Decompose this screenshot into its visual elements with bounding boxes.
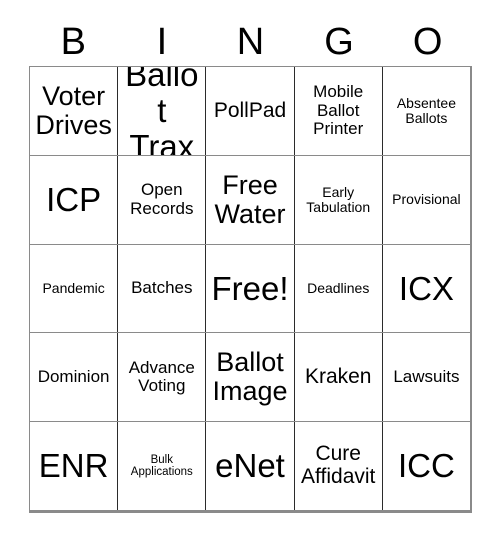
bingo-cell-label: Cure Affidavit: [301, 442, 376, 489]
bingo-row: ICP Open Records Free Water Early Tabula…: [30, 154, 470, 244]
bingo-cell-o1[interactable]: Absentee Ballots: [381, 67, 470, 155]
bingo-cell-o4[interactable]: Lawsuits: [381, 333, 470, 422]
bingo-cell-label: PollPad: [213, 98, 287, 122]
bingo-cell-label: ICX: [398, 269, 454, 307]
bingo-cell-label: ICP: [46, 180, 102, 218]
bingo-cell-label: Lawsuits: [393, 367, 460, 387]
bingo-grid: Voter Drives Ballot Trax PollPad Mobile …: [29, 66, 472, 513]
bingo-cell-label: Dominion: [37, 367, 110, 387]
bingo-cell-b1[interactable]: Voter Drives: [30, 67, 117, 155]
bingo-cell-label: Pandemic: [42, 279, 105, 296]
bingo-cell-label: Ballot Trax: [125, 67, 199, 155]
bingo-card: B I N G O Voter Drives Ballot Trax PollP…: [0, 0, 500, 544]
bingo-cell-label: Ballot Image: [212, 347, 288, 407]
bingo-cell-i3[interactable]: Batches: [117, 244, 205, 333]
bingo-cell-label: ENR: [38, 447, 109, 485]
bingo-cell-label: Kraken: [304, 364, 372, 388]
bingo-row: Pandemic Batches Free! Deadlines ICX: [30, 243, 470, 333]
bingo-cell-label: eNet: [215, 447, 285, 485]
bingo-cell-b2[interactable]: ICP: [30, 156, 117, 244]
bingo-free-space-label: Free!: [211, 269, 289, 307]
bingo-cell-label: Advance Voting: [128, 357, 195, 396]
bingo-cell-g1[interactable]: Mobile Ballot Printer: [293, 67, 382, 155]
bingo-cell-i1[interactable]: Ballot Trax: [117, 67, 205, 155]
bingo-cell-i2[interactable]: Open Records: [117, 155, 205, 244]
bingo-cell-label: Free Water: [214, 169, 286, 229]
bingo-cell-g5[interactable]: Cure Affidavit: [293, 422, 382, 510]
bingo-header: B I N G O: [29, 18, 472, 66]
bingo-header-letter-b: B: [60, 21, 86, 63]
bingo-cell-b4[interactable]: Dominion: [30, 333, 117, 421]
bingo-cell-n4[interactable]: Ballot Image: [205, 333, 293, 422]
bingo-cell-o3[interactable]: ICX: [381, 244, 470, 333]
bingo-row: Dominion Advance Voting Ballot Image Kra…: [30, 332, 470, 422]
bingo-header-letter-o: O: [412, 21, 443, 63]
bingo-cell-label: Deadlines: [307, 279, 370, 296]
bingo-row: ENR Bulk Applications eNet Cure Affidavi…: [30, 421, 470, 510]
bingo-cell-o5[interactable]: ICC: [381, 422, 470, 510]
bingo-header-letter-i: I: [156, 21, 168, 63]
bingo-cell-n1[interactable]: PollPad: [205, 67, 293, 155]
bingo-cell-b3[interactable]: Pandemic: [30, 245, 117, 333]
bingo-cell-n2[interactable]: Free Water: [205, 155, 293, 244]
bingo-cell-o2[interactable]: Provisional: [381, 155, 470, 244]
bingo-cell-free-space[interactable]: Free!: [205, 244, 293, 333]
bingo-cell-g3[interactable]: Deadlines: [293, 244, 382, 333]
bingo-header-letter-n: N: [236, 21, 265, 63]
bingo-cell-g2[interactable]: Early Tabulation: [293, 155, 382, 244]
bingo-cell-label: Open Records: [130, 180, 194, 218]
bingo-cell-label: Early Tabulation: [306, 183, 371, 215]
bingo-cell-i4[interactable]: Advance Voting: [117, 333, 205, 422]
bingo-cell-b5[interactable]: ENR: [30, 422, 117, 510]
bingo-cell-label: Bulk Applications: [130, 453, 193, 479]
bingo-cell-g4[interactable]: Kraken: [293, 333, 382, 422]
bingo-cell-label: Batches: [131, 278, 193, 298]
bingo-cell-label: ICC: [397, 447, 455, 485]
bingo-cell-label: Mobile Ballot Printer: [313, 82, 364, 139]
bingo-cell-i5[interactable]: Bulk Applications: [117, 422, 205, 510]
bingo-cell-label: Voter Drives: [35, 80, 112, 140]
bingo-header-letter-g: G: [324, 21, 354, 63]
bingo-cell-label: Provisional: [392, 191, 461, 208]
bingo-cell-label: Absentee Ballots: [396, 94, 456, 126]
bingo-row: Voter Drives Ballot Trax PollPad Mobile …: [30, 67, 470, 155]
bingo-cell-n5[interactable]: eNet: [205, 422, 293, 510]
